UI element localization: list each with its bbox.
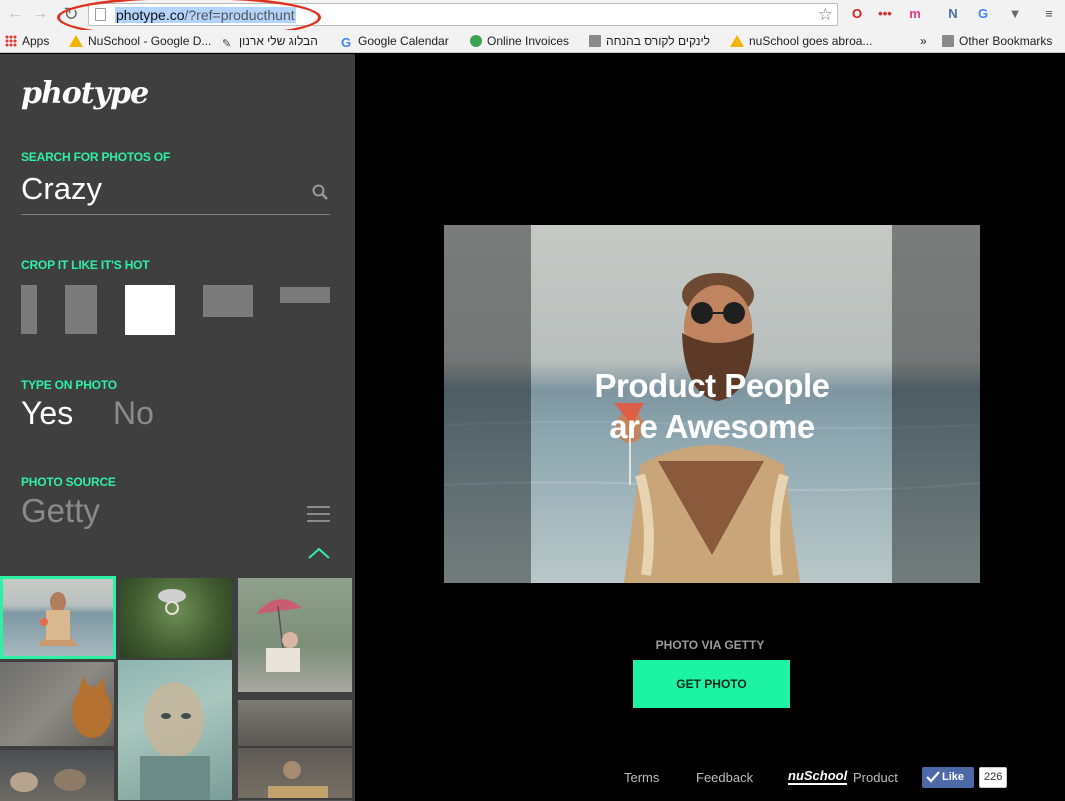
child-thumbnail <box>268 761 328 798</box>
bookmark-label: Other Bookmarks <box>959 34 1053 48</box>
hedge-hand-thumbnail <box>158 589 186 615</box>
bookmark-apps[interactable]: Apps <box>5 34 49 49</box>
folder-icon <box>942 35 954 47</box>
google-icon: G <box>341 35 352 50</box>
man-in-water-thumbnail <box>38 592 78 646</box>
type-label: TYPE ON PHOTO <box>21 378 117 392</box>
apps-grid-icon <box>5 35 17 47</box>
facebook-like-button[interactable]: Like <box>922 767 974 788</box>
bookmark-google-calendar[interactable]: G Google Calendar <box>341 34 449 49</box>
m-extension-icon[interactable]: m <box>906 5 924 23</box>
photo-thumbnail[interactable] <box>238 700 352 746</box>
crop-option-portrait[interactable] <box>65 285 97 334</box>
page-icon <box>95 8 106 21</box>
photo-thumbnail[interactable] <box>120 578 232 658</box>
crop-mask-left <box>444 225 531 583</box>
photo-credit: PHOTO VIA GETTY <box>655 638 765 652</box>
crop-option-landscape[interactable] <box>203 285 253 317</box>
bookmark-label: Apps <box>22 34 50 48</box>
bookmarks-bar: Apps NuSchool - Google D... ✎ הבלוג שלי א… <box>0 30 1065 53</box>
photo-thumbnail[interactable] <box>238 748 352 798</box>
bookmark-online-invoices[interactable]: Online Invoices <box>470 34 569 49</box>
n-extension-icon[interactable]: N <box>944 5 962 23</box>
photo-thumbnail[interactable] <box>0 750 114 801</box>
like-count-badge: 226 <box>979 767 1008 788</box>
browser-toolbar: ← → ↻ photype.co/?ref=producthunt ☆ O •••… <box>0 0 1065 39</box>
headline-line: Product People <box>594 367 830 404</box>
menu-icon[interactable]: ≡ <box>1040 5 1058 23</box>
crop-option-wide[interactable] <box>280 287 330 303</box>
bookmark-label: NuSchool - Google D... <box>88 34 212 48</box>
url-domain: photype.co <box>116 7 185 23</box>
pocket-icon[interactable]: ▼ <box>1006 5 1024 23</box>
nuschool-logo[interactable]: nuSchool <box>788 769 848 785</box>
preview-photo: Product People are Awesome <box>444 225 980 583</box>
reload-button[interactable]: ↻ <box>62 5 80 23</box>
checkmark-icon <box>926 771 940 783</box>
address-bar[interactable]: photype.co/?ref=producthunt ☆ <box>88 3 838 26</box>
drive-icon <box>730 35 744 47</box>
type-yes-option[interactable]: Yes <box>21 395 73 432</box>
bookmark-nuschool-abroad[interactable]: nuSchool goes abroa... <box>730 34 872 49</box>
search-icon[interactable] <box>312 184 328 200</box>
bookmarks-overflow-button[interactable]: » <box>920 34 927 49</box>
bookmark-label: nuSchool goes abroa... <box>749 34 873 48</box>
forward-button[interactable]: → <box>31 5 49 23</box>
cat-window-thumbnail <box>72 676 112 738</box>
feedback-link[interactable]: Feedback <box>696 770 753 785</box>
bookmark-label: Google Calendar <box>358 34 449 48</box>
invoices-icon <box>470 35 482 47</box>
dots-extension-icon[interactable]: ••• <box>876 5 894 23</box>
crop-mask-right <box>892 225 980 583</box>
photo-thumbnail[interactable] <box>118 660 232 800</box>
search-value: Crazy <box>21 171 102 206</box>
search-input[interactable]: Crazy <box>21 171 330 215</box>
photo-headline[interactable]: Product People are Awesome <box>531 365 893 447</box>
drive-icon <box>69 35 83 47</box>
type-no-option[interactable]: No <box>113 395 154 432</box>
pen-icon: ✎ <box>222 38 232 50</box>
crop-option-square[interactable] <box>125 285 175 335</box>
headline-line: are Awesome <box>609 408 815 445</box>
chevron-up-icon[interactable] <box>307 546 331 560</box>
source-select[interactable]: Getty <box>21 492 100 530</box>
product-label: Product <box>853 770 898 785</box>
bookmark-nuschool-drive[interactable]: NuSchool - Google D... <box>69 34 211 49</box>
bookmark-label: Online Invoices <box>487 34 570 48</box>
like-label: Like <box>942 771 965 783</box>
logo[interactable]: photype <box>21 76 149 111</box>
crop-option-tall[interactable] <box>21 285 37 334</box>
photo-thumbnail[interactable] <box>0 576 116 659</box>
umbrella-chair-thumbnail <box>256 599 302 672</box>
portrait-painting-thumbnail <box>140 682 210 800</box>
bookmark-course-links[interactable]: לינקים לקורס בהנחה <box>589 34 710 49</box>
back-button[interactable]: ← <box>6 5 24 23</box>
bookmark-blog[interactable]: ✎ הבלוג שלי ארנון <box>222 34 318 50</box>
crop-label: CROP IT LIKE IT'S HOT <box>21 258 150 272</box>
url-path: /?ref=producthunt <box>184 7 295 23</box>
search-label: SEARCH FOR PHOTOS OF <box>21 150 171 164</box>
url-text[interactable]: photype.co/?ref=producthunt <box>115 6 296 24</box>
bookmark-star-icon[interactable]: ☆ <box>818 4 833 25</box>
terms-link[interactable]: Terms <box>624 770 659 785</box>
photo-thumbnail[interactable] <box>238 578 352 692</box>
animals-thumbnail <box>10 769 86 792</box>
bookmark-other[interactable]: Other Bookmarks <box>942 34 1052 49</box>
folder-icon <box>589 35 601 47</box>
get-photo-button[interactable]: GET PHOTO <box>633 660 790 708</box>
main-canvas: Product People are Awesome PHOTO VIA GET… <box>355 54 1065 801</box>
opera-icon[interactable]: O <box>848 5 866 23</box>
bookmark-label: לינקים לקורס בהנחה <box>606 34 710 48</box>
bookmark-label: הבלוג שלי ארנון <box>239 34 318 48</box>
photo-thumbnail[interactable] <box>0 662 114 746</box>
source-label: PHOTO SOURCE <box>21 475 116 489</box>
translate-icon[interactable]: G <box>974 5 992 23</box>
hamburger-icon[interactable] <box>307 506 330 527</box>
sidebar: photype SEARCH FOR PHOTOS OF Crazy CROP … <box>0 54 355 801</box>
